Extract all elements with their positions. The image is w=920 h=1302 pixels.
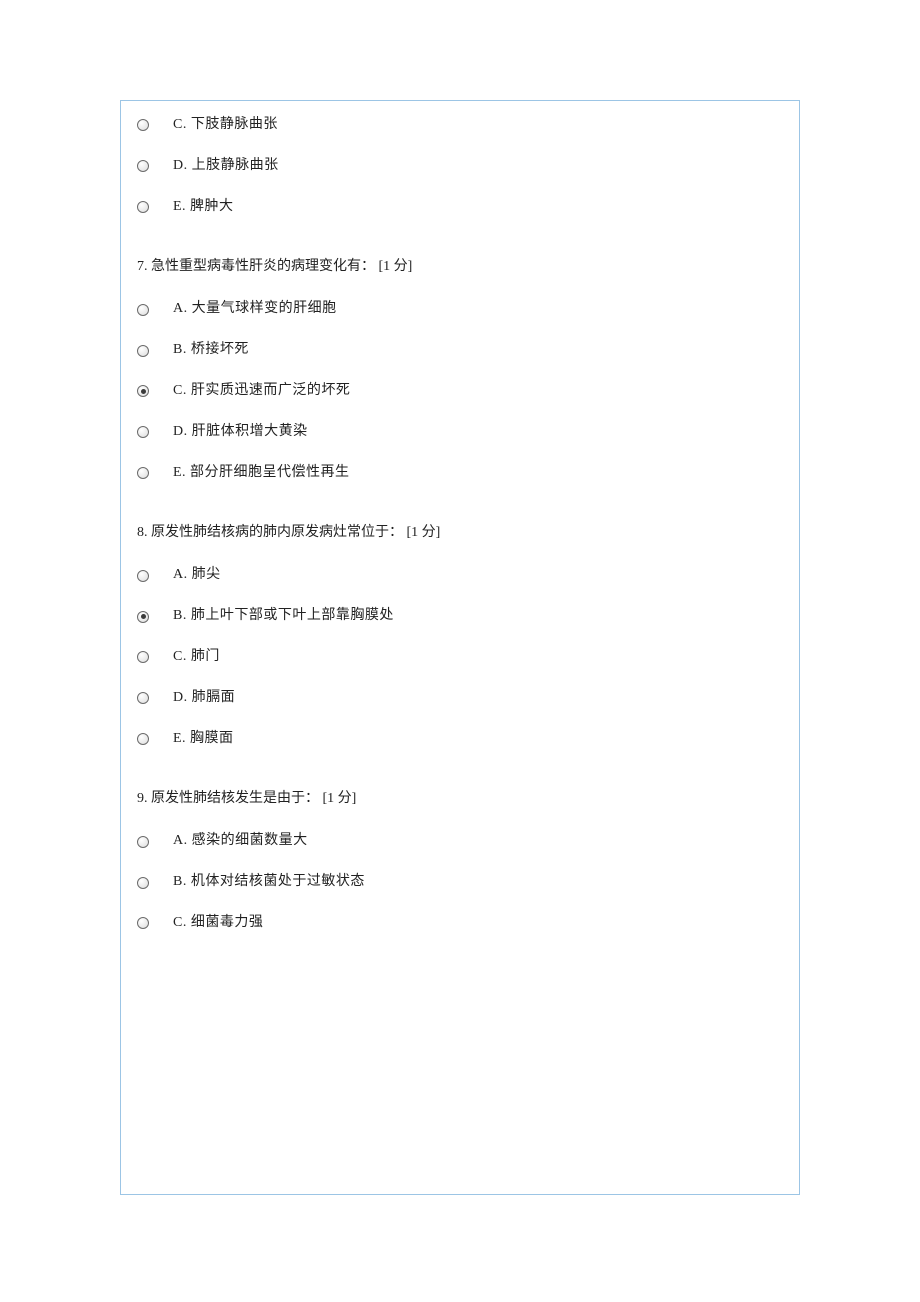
radio-col bbox=[137, 651, 173, 663]
radio-icon[interactable] bbox=[137, 917, 149, 929]
radio-col bbox=[137, 119, 173, 131]
option-label: E. 脾肿大 bbox=[173, 199, 234, 216]
option-label: B. 肺上叶下部或下叶上部靠胸膜处 bbox=[173, 608, 394, 625]
question-frame: C. 下肢静脉曲张 D. 上肢静脉曲张 E. 脾肿大 7. 急性重型病毒性肝炎的… bbox=[120, 100, 800, 1195]
option-label: D. 肝脏体积增大黄染 bbox=[173, 424, 308, 441]
radio-icon[interactable] bbox=[137, 304, 149, 316]
page: C. 下肢静脉曲张 D. 上肢静脉曲张 E. 脾肿大 7. 急性重型病毒性肝炎的… bbox=[0, 0, 920, 1302]
radio-col bbox=[137, 201, 173, 213]
option-label: A. 大量气球样变的肝细胞 bbox=[173, 301, 337, 318]
option-label: E. 部分肝细胞呈代偿性再生 bbox=[173, 465, 350, 482]
option-label: D. 肺膈面 bbox=[173, 690, 235, 707]
q7-option-b[interactable]: B. 桥接坏死 bbox=[137, 330, 783, 371]
q6-option-c[interactable]: C. 下肢静脉曲张 bbox=[137, 111, 783, 146]
radio-icon[interactable] bbox=[137, 467, 149, 479]
q6-option-e[interactable]: E. 脾肿大 bbox=[137, 187, 783, 228]
q8-option-b[interactable]: B. 肺上叶下部或下叶上部靠胸膜处 bbox=[137, 596, 783, 637]
radio-icon[interactable] bbox=[137, 651, 149, 663]
option-label: B. 桥接坏死 bbox=[173, 342, 249, 359]
option-label: C. 下肢静脉曲张 bbox=[173, 117, 278, 134]
option-label: A. 肺尖 bbox=[173, 567, 221, 584]
q9-text: 9. 原发性肺结核发生是由于： [1 分] bbox=[137, 759, 783, 821]
question-text: 8. 原发性肺结核病的肺内原发病灶常位于： [1 分] bbox=[137, 525, 440, 540]
q8-text: 8. 原发性肺结核病的肺内原发病灶常位于： [1 分] bbox=[137, 493, 783, 555]
radio-icon[interactable] bbox=[137, 733, 149, 745]
radio-col bbox=[137, 917, 173, 929]
question-text: 9. 原发性肺结核发生是由于： [1 分] bbox=[137, 791, 356, 806]
radio-icon[interactable] bbox=[137, 160, 149, 172]
option-label: B. 机体对结核菌处于过敏状态 bbox=[173, 874, 365, 891]
radio-icon[interactable] bbox=[137, 119, 149, 131]
q7-option-e[interactable]: E. 部分肝细胞呈代偿性再生 bbox=[137, 453, 783, 494]
q8-option-c[interactable]: C. 肺门 bbox=[137, 637, 783, 678]
radio-icon[interactable] bbox=[137, 877, 149, 889]
option-label: C. 肺门 bbox=[173, 649, 220, 666]
radio-col bbox=[137, 733, 173, 745]
radio-icon[interactable] bbox=[137, 426, 149, 438]
radio-col bbox=[137, 426, 173, 438]
radio-col bbox=[137, 304, 173, 316]
radio-col bbox=[137, 467, 173, 479]
radio-icon[interactable] bbox=[137, 692, 149, 704]
radio-col bbox=[137, 877, 173, 889]
radio-icon[interactable] bbox=[137, 570, 149, 582]
q8-option-a[interactable]: A. 肺尖 bbox=[137, 555, 783, 596]
option-label: D. 上肢静脉曲张 bbox=[173, 158, 279, 175]
q8-option-d[interactable]: D. 肺膈面 bbox=[137, 678, 783, 719]
q7-text: 7. 急性重型病毒性肝炎的病理变化有： [1 分] bbox=[137, 227, 783, 289]
radio-icon[interactable] bbox=[137, 201, 149, 213]
radio-col bbox=[137, 160, 173, 172]
radio-col bbox=[137, 836, 173, 848]
q7-option-a[interactable]: A. 大量气球样变的肝细胞 bbox=[137, 289, 783, 330]
radio-icon[interactable] bbox=[137, 611, 149, 623]
q9-option-b[interactable]: B. 机体对结核菌处于过敏状态 bbox=[137, 862, 783, 903]
question-text: 7. 急性重型病毒性肝炎的病理变化有： [1 分] bbox=[137, 259, 412, 274]
option-label: E. 胸膜面 bbox=[173, 731, 234, 748]
radio-col bbox=[137, 692, 173, 704]
q9-option-c[interactable]: C. 细菌毒力强 bbox=[137, 903, 783, 944]
q8-option-e[interactable]: E. 胸膜面 bbox=[137, 719, 783, 760]
option-label: C. 肝实质迅速而广泛的坏死 bbox=[173, 383, 350, 400]
radio-icon[interactable] bbox=[137, 385, 149, 397]
radio-col bbox=[137, 385, 173, 397]
radio-icon[interactable] bbox=[137, 836, 149, 848]
q6-option-d[interactable]: D. 上肢静脉曲张 bbox=[137, 146, 783, 187]
radio-col bbox=[137, 611, 173, 623]
radio-col bbox=[137, 345, 173, 357]
q7-option-c[interactable]: C. 肝实质迅速而广泛的坏死 bbox=[137, 371, 783, 412]
q9-option-a[interactable]: A. 感染的细菌数量大 bbox=[137, 821, 783, 862]
radio-icon[interactable] bbox=[137, 345, 149, 357]
option-label: A. 感染的细菌数量大 bbox=[173, 833, 308, 850]
option-label: C. 细菌毒力强 bbox=[173, 915, 263, 932]
radio-col bbox=[137, 570, 173, 582]
q7-option-d[interactable]: D. 肝脏体积增大黄染 bbox=[137, 412, 783, 453]
